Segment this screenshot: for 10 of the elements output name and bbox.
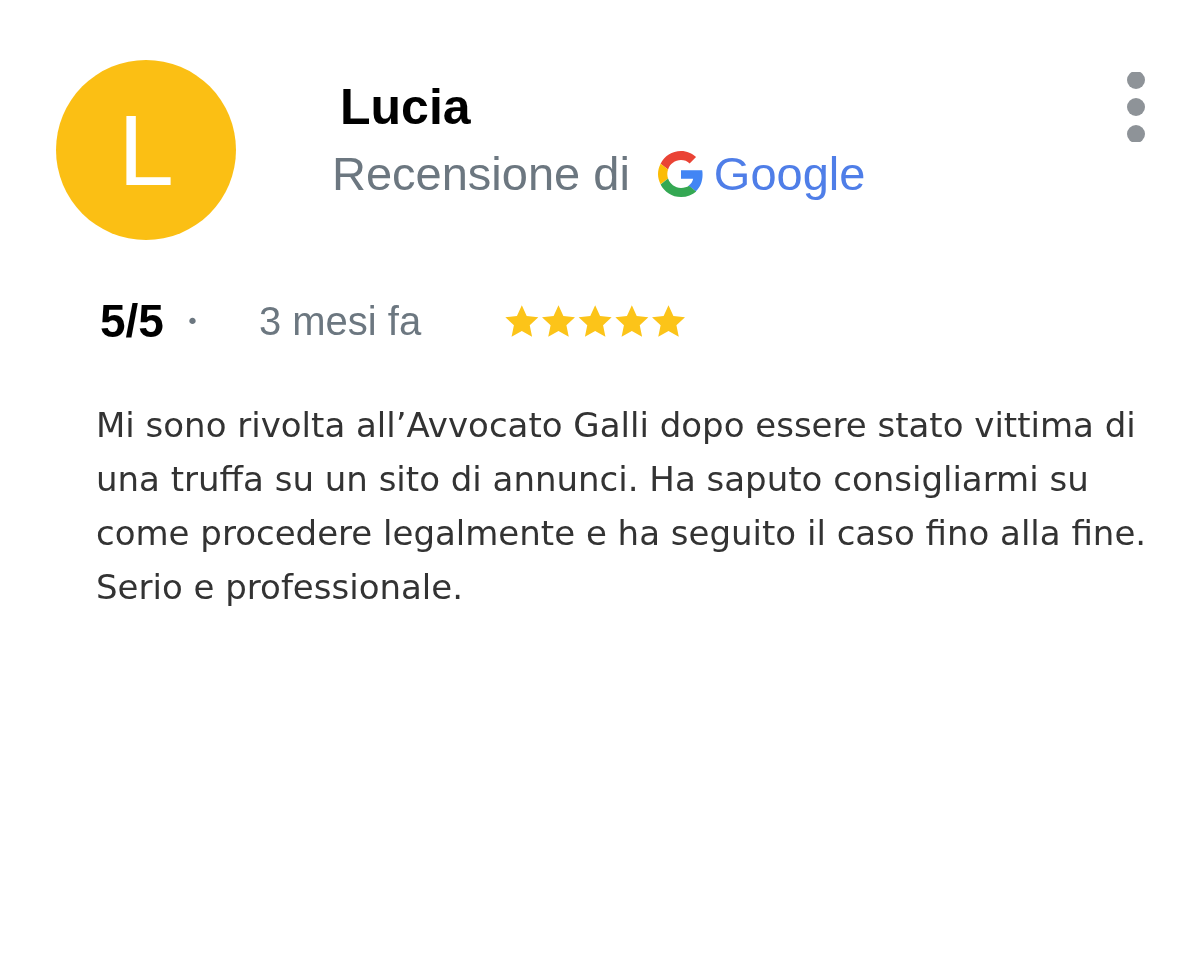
separator-dot: • <box>185 308 199 334</box>
review-text: Mi sono rivolta all’Avvocato Galli dopo essere stato vittima di una truffa su un sito di annunci. Ha saputo consigliarmi su come procedere legalmente e ha seguito il caso fino alla fine. Serio e professionale. <box>96 404 1148 609</box>
reviewer-name: Lucia <box>340 78 472 136</box>
avatar: L <box>56 60 236 240</box>
rating-score: 5/5 <box>100 294 164 348</box>
more-options-icon[interactable] <box>1126 72 1146 142</box>
source-name: Google <box>713 146 866 201</box>
google-g-icon <box>657 150 704 197</box>
source-label: Recensione di <box>332 146 630 201</box>
review-time: 3 mesi fa <box>258 298 422 344</box>
